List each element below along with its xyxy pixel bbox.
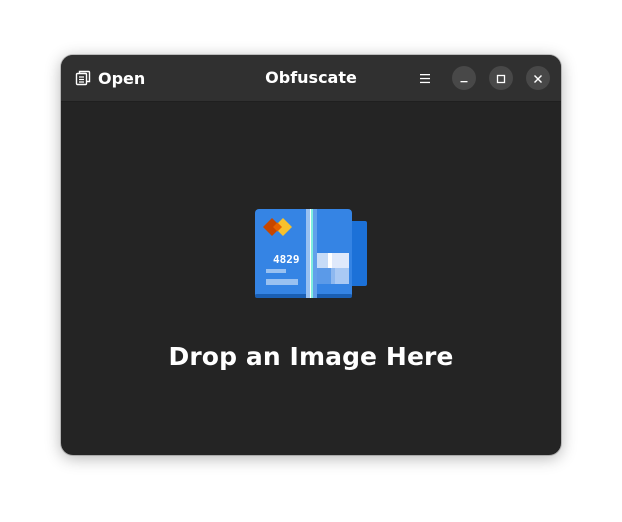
credit-card-obfuscate-icon: 4829 [255,208,369,300]
open-button[interactable]: Open [69,63,153,93]
open-button-label: Open [98,68,146,88]
maximize-button[interactable] [489,66,513,90]
main-menu-button[interactable] [410,63,440,93]
image-drop-area[interactable]: 4829 Drop an Image Here [61,102,561,455]
header-bar: Open Obfuscate [61,55,561,102]
hamburger-menu-icon [419,69,431,88]
card-digits: 4829 [273,253,300,266]
document-open-icon [75,70,91,86]
minimize-icon [459,69,469,88]
drop-image-label: Drop an Image Here [168,342,454,371]
main-content: 4829 Drop an Image Here [61,102,561,455]
close-icon [533,69,543,88]
minimize-button[interactable] [452,66,476,90]
maximize-icon [496,69,506,88]
app-window: Open Obfuscate 4829 Drop an Image Here [61,55,561,455]
window-title: Obfuscate [265,68,357,87]
close-button[interactable] [526,66,550,90]
